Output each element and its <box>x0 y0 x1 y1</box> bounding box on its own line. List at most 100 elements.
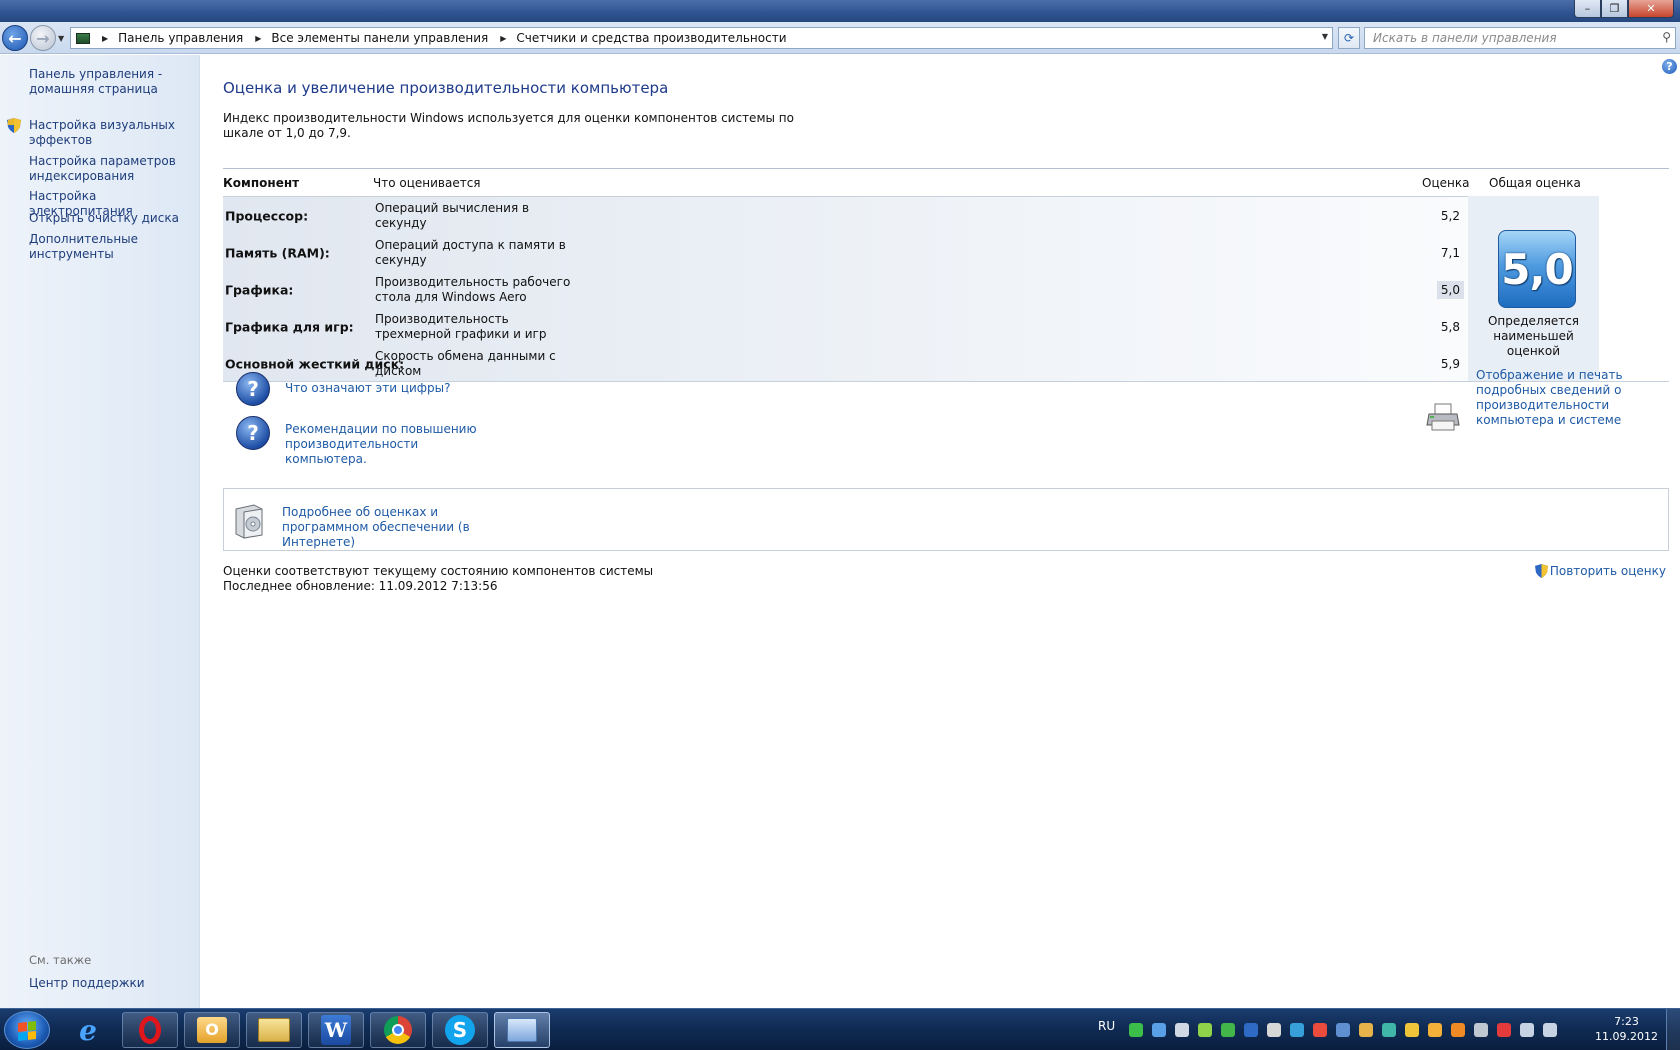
tray-network-icon[interactable] <box>1152 1023 1167 1037</box>
tray-c-icon[interactable] <box>1244 1023 1259 1037</box>
taskbar-outlook-icon[interactable]: O <box>184 1012 240 1048</box>
table-row: Основной жесткий диск: Скорость обмена д… <box>223 345 1468 382</box>
row-component: Графика: <box>225 282 294 297</box>
sidebar-link-advanced-tools[interactable]: Дополнительные инструменты <box>29 232 194 262</box>
column-header-score: Оценка <box>1422 176 1470 190</box>
see-also-heading: См. также <box>29 953 92 967</box>
sidebar-link-disk-cleanup[interactable]: Открыть очистку диска <box>29 211 194 226</box>
row-score-lowest: 5,0 <box>1436 280 1464 299</box>
tray-bluetooth-icon[interactable] <box>1336 1023 1351 1037</box>
search-placeholder: Искать в панели управления <box>1373 31 1557 45</box>
printer-icon <box>1426 403 1460 431</box>
question-icon: ? <box>236 416 270 450</box>
overall-score-badge: 5,0 <box>1498 230 1576 308</box>
tray-volume-icon[interactable] <box>1543 1023 1558 1037</box>
tray-chart-icon[interactable] <box>1175 1023 1190 1037</box>
what-numbers-mean-link[interactable]: Что означают эти цифры? <box>285 381 451 396</box>
breadcrumb-control-panel[interactable]: Панель управления <box>118 31 243 45</box>
last-update: Последнее обновление: 11.09.2012 7:13:56 <box>223 579 498 593</box>
row-component: Графика для игр: <box>225 319 354 334</box>
tray-leaf-icon[interactable] <box>1198 1023 1213 1037</box>
breadcrumb-performance[interactable]: Счетчики и средства производительности <box>516 31 786 45</box>
row-component: Память (RAM): <box>225 245 330 260</box>
window-controls: – ❐ ✕ <box>1574 0 1674 18</box>
address-dropdown-icon[interactable]: ▼ <box>1322 32 1328 41</box>
uac-shield-icon <box>7 118 21 133</box>
taskbar-internet-explorer-icon[interactable]: e <box>60 1012 116 1048</box>
print-details-link[interactable]: Отображение и печать подробных сведений … <box>1476 368 1666 428</box>
taskbar: e O W S RU 7:23 11.09.2012 <box>0 1008 1680 1050</box>
overall-score-caption: Определяется наименьшей оценкой <box>1487 314 1580 358</box>
breadcrumb-separator-icon[interactable]: ▶ <box>500 34 506 43</box>
tray-download-icon[interactable] <box>1221 1023 1236 1037</box>
breadcrumb: ▶ Панель управления ▶ Все элементы панел… <box>90 31 787 45</box>
tray-box-icon[interactable] <box>1428 1023 1443 1037</box>
taskbar-clock[interactable]: 7:23 11.09.2012 <box>1595 1014 1658 1044</box>
tray-refresh-icon[interactable] <box>1382 1023 1397 1037</box>
tray-printer-icon[interactable] <box>1267 1023 1282 1037</box>
tray-ru-keyboard-icon[interactable] <box>1474 1023 1489 1037</box>
taskbar-skype-icon[interactable]: S <box>432 1012 488 1048</box>
minimize-button[interactable]: – <box>1574 0 1601 18</box>
column-header-component: Компонент <box>223 176 300 190</box>
back-button[interactable]: ← <box>2 25 28 51</box>
taskbar-chrome-icon[interactable] <box>370 1012 426 1048</box>
search-input[interactable]: Искать в панели управления ⚲ <box>1364 27 1676 49</box>
address-bar[interactable]: ▶ Панель управления ▶ Все элементы панел… <box>70 27 1333 49</box>
row-what: Производительность трехмерной графики и … <box>375 311 547 341</box>
maximize-button[interactable]: ❐ <box>1601 0 1628 18</box>
tray-display-icon[interactable] <box>1520 1023 1535 1037</box>
rerun-assessment-label: Повторить оценку <box>1549 564 1666 578</box>
breadcrumb-separator-icon[interactable]: ▶ <box>102 34 108 43</box>
rerun-assessment-link[interactable]: Повторить оценку <box>1534 564 1666 578</box>
row-score: 5,2 <box>1440 208 1460 223</box>
sidebar-link-home[interactable]: Панель управления - домашняя страница <box>29 67 194 97</box>
tray-sync-icon[interactable] <box>1129 1023 1144 1037</box>
windows-logo-icon <box>18 1021 36 1041</box>
more-info-box: Подробнее об оценках и программном обесп… <box>223 488 1669 551</box>
search-icon[interactable]: ⚲ <box>1662 30 1671 44</box>
sidebar-link-action-center[interactable]: Центр поддержки <box>29 976 194 991</box>
tray-orange-icon[interactable] <box>1451 1023 1466 1037</box>
overall-score-panel: 5,0 Определяется наименьшей оценкой <box>1468 196 1599 381</box>
close-button[interactable]: ✕ <box>1628 0 1674 18</box>
tray-clock-icon[interactable] <box>1359 1023 1374 1037</box>
recommendations-link[interactable]: Рекомендации по повышению производительн… <box>285 422 495 467</box>
sidebar-link-visual-effects[interactable]: Настройка визуальных эффектов <box>29 118 194 148</box>
column-header-overall: Общая оценка <box>1489 176 1581 190</box>
tray-flag-warning-icon[interactable] <box>1497 1023 1512 1037</box>
table-row: Память (RAM): Операций доступа к памяти … <box>223 234 1468 271</box>
breadcrumb-all-items[interactable]: Все элементы панели управления <box>271 31 488 45</box>
table-row: Графика: Производительность рабочего сто… <box>223 271 1468 308</box>
tray-runner-icon[interactable] <box>1405 1023 1420 1037</box>
status-line: Оценки соответствуют текущему состоянию … <box>223 564 654 578</box>
page-title: Оценка и увеличение производительности к… <box>223 79 669 97</box>
control-panel-icon <box>76 32 90 44</box>
more-info-link[interactable]: Подробнее об оценках и программном обесп… <box>282 505 502 550</box>
system-tray: RU <box>1098 1009 1566 1050</box>
refresh-button[interactable]: ⟳ <box>1338 27 1360 49</box>
tray-e-icon[interactable] <box>1290 1023 1305 1037</box>
language-indicator[interactable]: RU <box>1098 1019 1115 1033</box>
taskbar-word-icon[interactable]: W <box>308 1012 364 1048</box>
help-icon[interactable]: ? <box>1662 59 1677 74</box>
clock-date: 11.09.2012 <box>1595 1030 1658 1043</box>
row-score: 7,1 <box>1440 245 1460 260</box>
row-component: Процессор: <box>225 208 309 223</box>
window-title-bar: – ❐ ✕ <box>0 0 1680 22</box>
breadcrumb-separator-icon[interactable]: ▶ <box>255 34 261 43</box>
recent-pages-dropdown[interactable]: ▼ <box>58 34 64 43</box>
tray-pen-icon[interactable] <box>1313 1023 1328 1037</box>
start-button[interactable] <box>4 1011 50 1049</box>
taskbar-explorer-icon[interactable] <box>246 1012 302 1048</box>
score-rows: Процессор: Операций вычисления в секунду… <box>223 196 1468 381</box>
taskbar-control-panel-icon[interactable] <box>494 1012 550 1048</box>
sidebar-link-indexing[interactable]: Настройка параметров индексирования <box>29 154 194 184</box>
taskbar-opera-icon[interactable] <box>122 1012 178 1048</box>
question-icon: ? <box>236 372 270 406</box>
main-content: ? Оценка и увеличение производительности… <box>200 55 1680 1008</box>
forward-button[interactable]: → <box>30 25 56 51</box>
column-header-what: Что оценивается <box>373 176 481 190</box>
uac-shield-icon <box>1534 564 1548 578</box>
show-desktop-button[interactable] <box>1666 1009 1680 1050</box>
